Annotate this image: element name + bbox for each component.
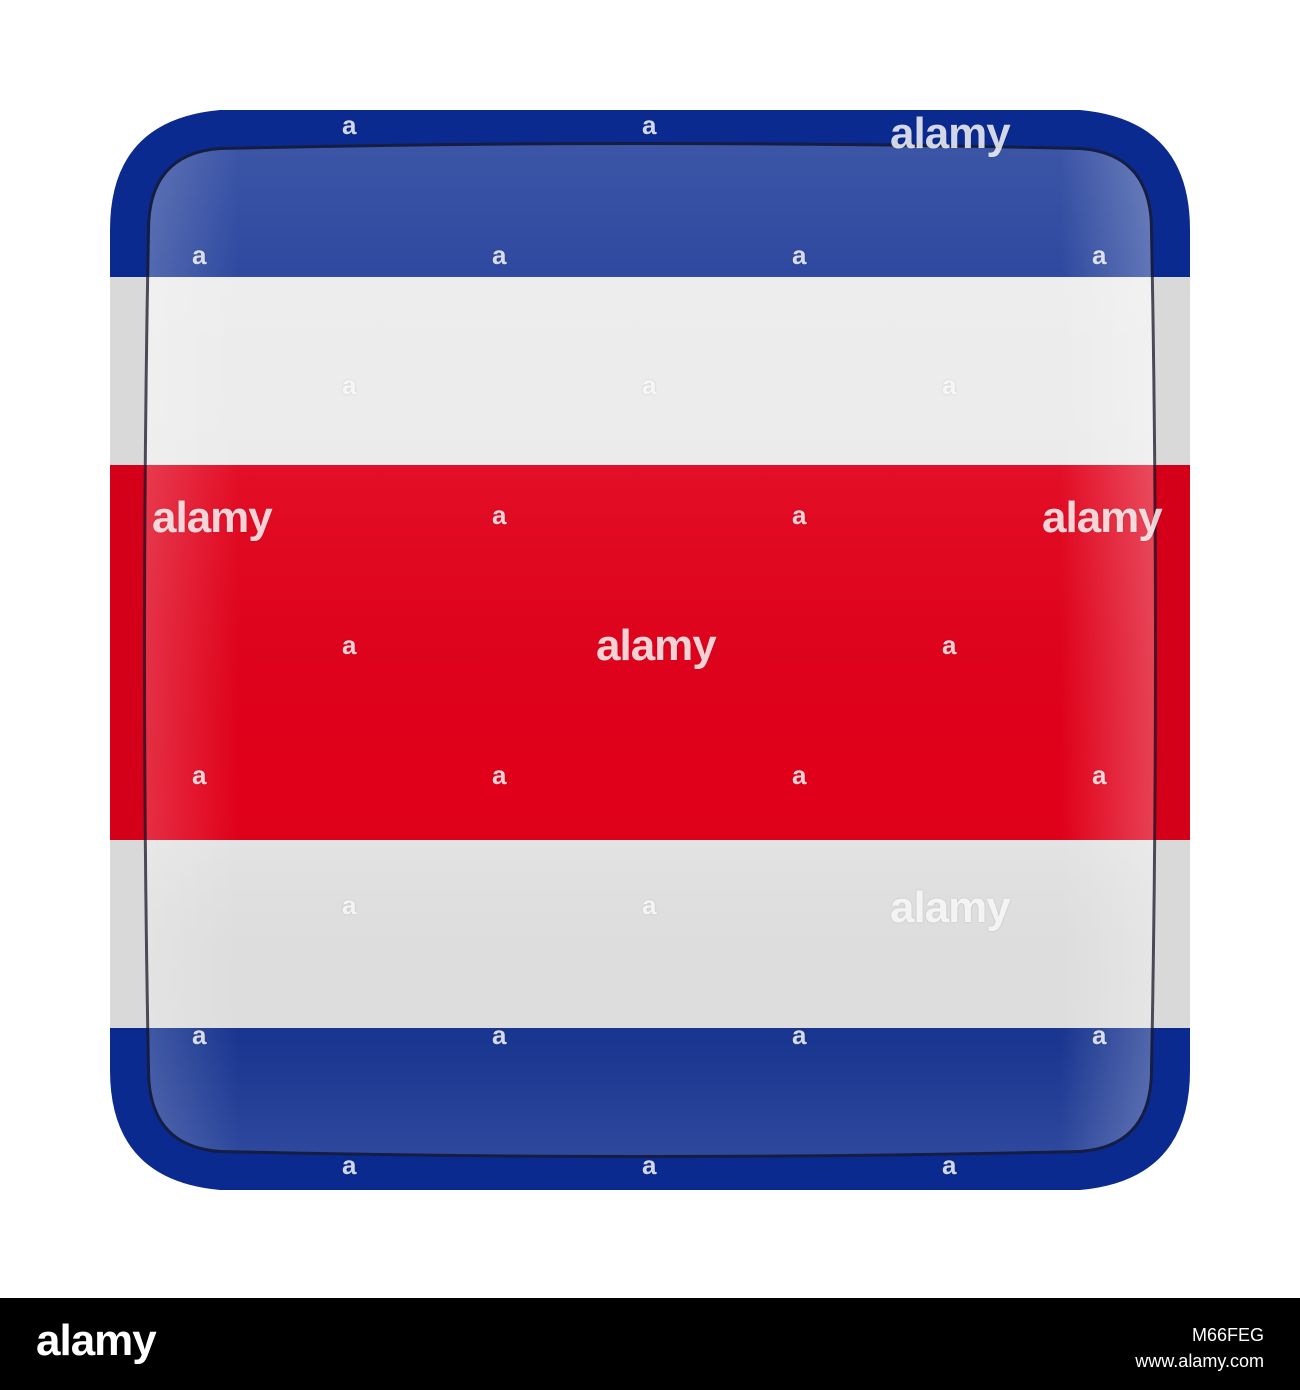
watermark-mark: a bbox=[792, 760, 807, 790]
watermark-mark: a bbox=[1092, 1020, 1107, 1050]
watermark-mark: a bbox=[192, 760, 207, 790]
watermark-mark: a bbox=[492, 1020, 507, 1050]
watermark-mark: a bbox=[642, 110, 657, 140]
watermark-mark: a bbox=[492, 760, 507, 790]
watermark-mark: a bbox=[1092, 760, 1107, 790]
watermark-bottom-right: alamy bbox=[890, 883, 1011, 932]
watermark-mark: a bbox=[642, 370, 657, 400]
watermark-mark: a bbox=[792, 1020, 807, 1050]
watermark-mark: a bbox=[342, 110, 357, 140]
watermark-top-right: alamy bbox=[890, 109, 1011, 158]
watermark-right: alamy bbox=[1042, 493, 1163, 542]
watermark-mark: a bbox=[642, 890, 657, 920]
watermark-mark: a bbox=[942, 630, 957, 660]
alamy-logo: alamy bbox=[36, 1316, 157, 1365]
watermark-mark: a bbox=[342, 1150, 357, 1180]
watermark-mark: a bbox=[1092, 240, 1107, 270]
footer-info: M66FEG www.alamy.com bbox=[1135, 1322, 1264, 1374]
watermark-mark: a bbox=[192, 240, 207, 270]
watermark-center: alamy bbox=[596, 621, 717, 670]
watermark-mark: a bbox=[492, 500, 507, 530]
watermark-mark: a bbox=[792, 500, 807, 530]
watermark-mark: a bbox=[942, 1150, 957, 1180]
watermark-mark: a bbox=[642, 1150, 657, 1180]
site-url: www.alamy.com bbox=[1135, 1351, 1264, 1371]
image-area: alamy alamy alamy alamy alamy a a a a a … bbox=[0, 0, 1300, 1298]
watermark-mark: a bbox=[342, 890, 357, 920]
watermark-left: alamy bbox=[152, 493, 273, 542]
footer-bar: alamy M66FEG www.alamy.com bbox=[0, 1298, 1300, 1390]
watermark-mark: a bbox=[342, 370, 357, 400]
watermark-mark: a bbox=[942, 370, 957, 400]
image-id: M66FEG bbox=[1191, 1325, 1264, 1345]
watermark-mark: a bbox=[492, 240, 507, 270]
watermark-mark: a bbox=[342, 630, 357, 660]
watermark-mark: a bbox=[792, 240, 807, 270]
watermark-mark: a bbox=[192, 1020, 207, 1050]
